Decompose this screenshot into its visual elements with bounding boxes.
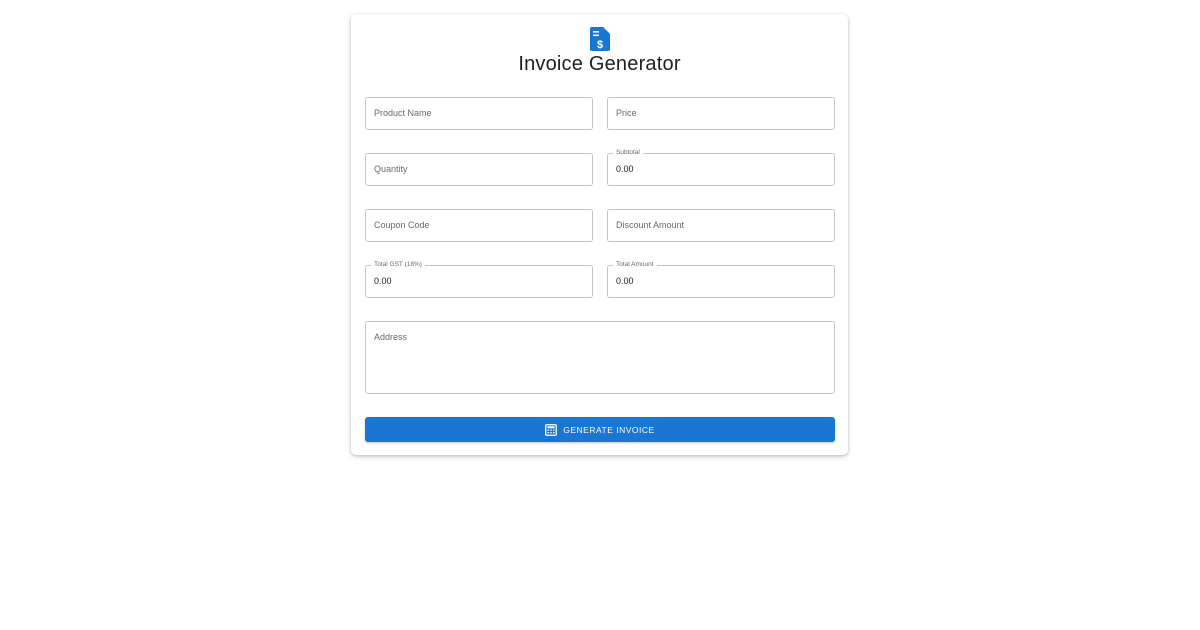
coupon-code-placeholder: Coupon Code: [374, 220, 430, 230]
generate-invoice-label: GENERATE INVOICE: [563, 424, 655, 435]
product-name-input[interactable]: Product Name: [365, 97, 593, 130]
product-name-placeholder: Product Name: [374, 108, 432, 118]
address-textarea[interactable]: Address: [365, 321, 835, 394]
total-amount-field[interactable]: Total Amount 0.00: [607, 260, 835, 298]
quantity-input[interactable]: Quantity: [365, 153, 593, 186]
quantity-placeholder: Quantity: [374, 164, 408, 174]
discount-amount-placeholder: Discount Amount: [616, 220, 685, 230]
discount-amount-input[interactable]: Discount Amount: [607, 209, 835, 242]
total-gst-field[interactable]: Total GST (18%) 0.00: [365, 260, 593, 298]
total-amount-value: 0.00: [616, 276, 634, 286]
invoice-card: $ Invoice Generator Product Name Price Q…: [351, 14, 848, 455]
calculator-icon: [545, 423, 558, 436]
address-placeholder: Address: [374, 332, 408, 342]
total-gst-value: 0.00: [374, 276, 392, 286]
total-amount-label: Total Amount: [613, 260, 657, 270]
page-title: Invoice Generator: [518, 53, 681, 75]
coupon-code-input[interactable]: Coupon Code: [365, 209, 593, 242]
generate-invoice-button[interactable]: GENERATE INVOICE: [365, 417, 835, 442]
price-input[interactable]: Price: [607, 97, 835, 130]
total-gst-label: Total GST (18%): [371, 260, 425, 270]
subtotal-label: Subtotal: [613, 148, 643, 158]
subtotal-field[interactable]: Subtotal 0.00: [607, 148, 835, 186]
price-placeholder: Price: [616, 108, 637, 118]
svg-text:$: $: [597, 39, 603, 51]
invoice-dollar-icon: $: [590, 27, 610, 51]
subtotal-value: 0.00: [616, 164, 634, 174]
